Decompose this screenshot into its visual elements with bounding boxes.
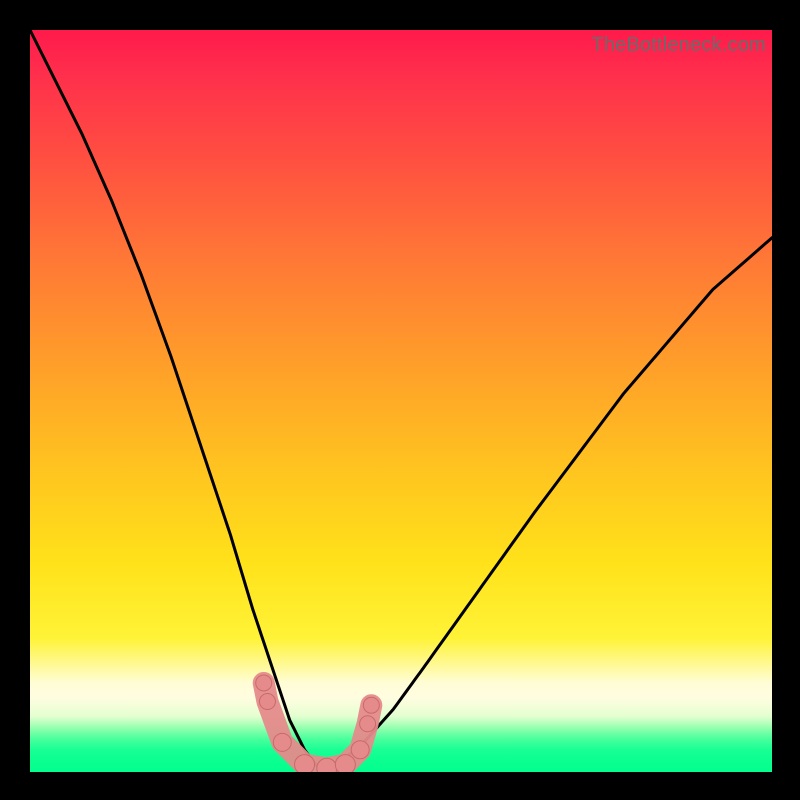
trough-marker <box>363 697 379 713</box>
trough-marker <box>335 755 355 772</box>
trough-marker <box>360 716 376 732</box>
curve-right-branch <box>327 238 772 772</box>
trough-marker <box>351 741 369 759</box>
trough-marker <box>273 733 291 751</box>
trough-marker <box>256 675 272 691</box>
plot-area: TheBottleneck.com <box>30 30 772 772</box>
curve-left-branch <box>30 30 327 772</box>
trough-marker <box>295 755 315 772</box>
plot-svg <box>30 30 772 772</box>
chart-frame: TheBottleneck.com <box>0 0 800 800</box>
trough-marker <box>259 694 275 710</box>
